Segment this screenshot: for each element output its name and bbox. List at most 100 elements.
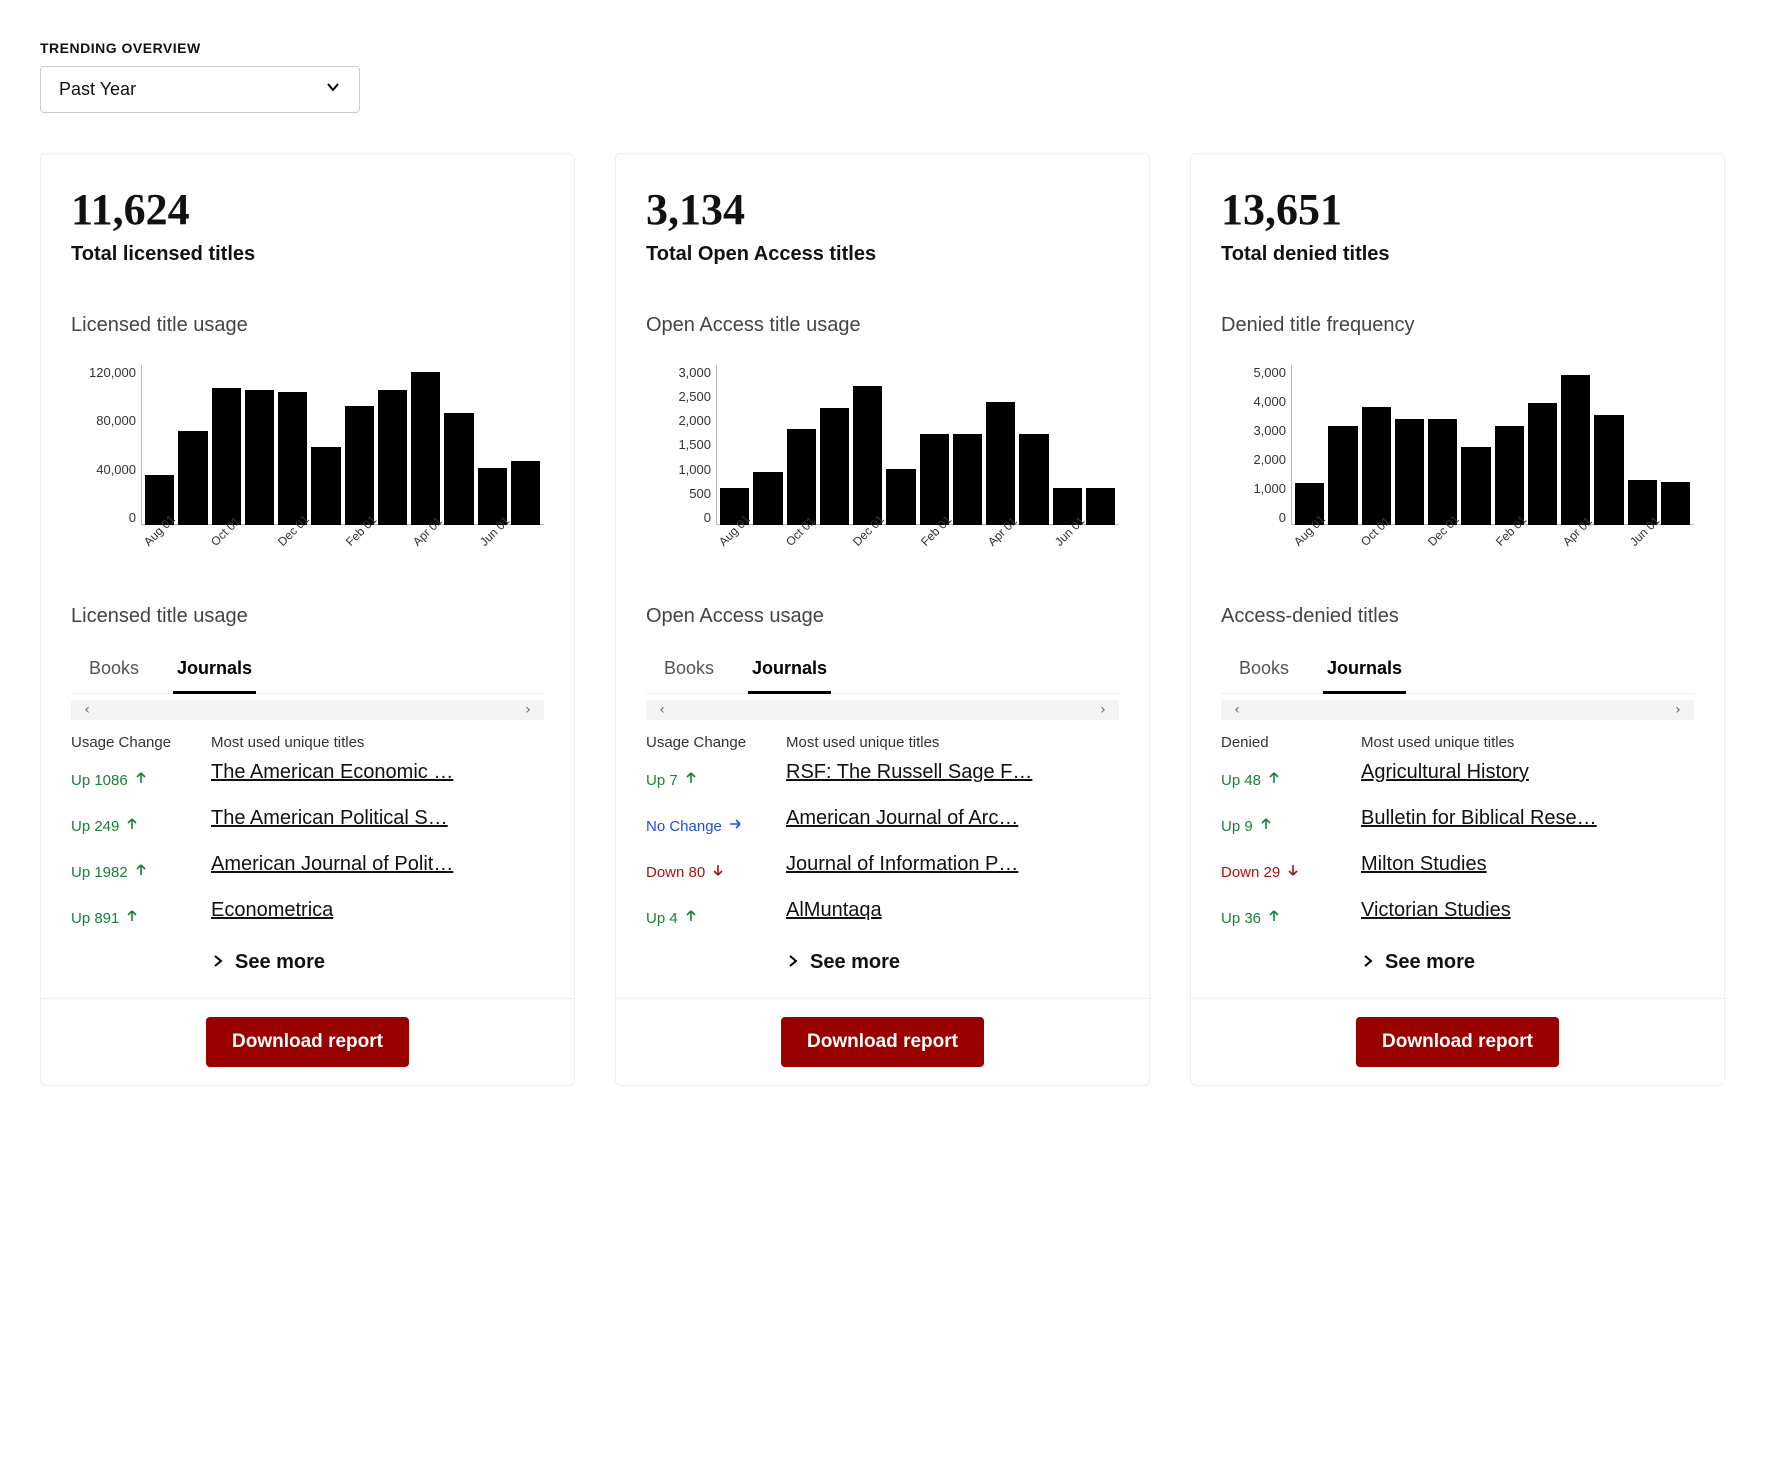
chart-bar: [853, 386, 882, 525]
usage-change-text: Up 7: [646, 772, 678, 789]
title-row: Up 249 The American Political S…: [71, 807, 544, 835]
scroll-right-icon[interactable]: ›: [520, 702, 536, 718]
usage-change: Up 36: [1221, 909, 1361, 927]
chart-bar: [411, 372, 440, 525]
metric-label: Total licensed titles: [71, 243, 544, 266]
arrow-up-icon: [684, 909, 698, 927]
arrow-up-icon: [1259, 817, 1273, 835]
title-link[interactable]: American Journal of Arc…: [786, 807, 1119, 830]
chart-x-axis: Aug 01Oct 01Dec 01Feb 01Apr 01Jun 01: [716, 525, 1119, 565]
tabs: Books Journals: [71, 648, 544, 694]
title-link[interactable]: AlMuntaqa: [786, 899, 1119, 922]
card-openaccess: 3,134 Total Open Access titles Open Acce…: [615, 153, 1150, 1086]
arrow-down-icon: [1286, 863, 1300, 881]
tab-journals[interactable]: Journals: [748, 648, 831, 694]
bar-chart: 5,0004,0003,0002,0001,0000 Aug 01Oct 01D…: [1221, 365, 1694, 565]
arrow-right-icon: [728, 817, 742, 835]
title-row: Up 36 Victorian Studies: [1221, 899, 1694, 927]
chart-y-axis: 5,0004,0003,0002,0001,0000: [1221, 365, 1286, 525]
title-link[interactable]: Bulletin for Biblical Rese…: [1361, 807, 1694, 830]
section-label: TRENDING OVERVIEW: [40, 40, 1725, 56]
tab-books[interactable]: Books: [660, 648, 718, 694]
title-row: Up 891 Econometrica: [71, 899, 544, 927]
title-link[interactable]: Journal of Information P…: [786, 853, 1119, 876]
title-link[interactable]: RSF: The Russell Sage F…: [786, 761, 1119, 784]
card-licensed: 11,624 Total licensed titles Licensed ti…: [40, 153, 575, 1086]
chart-title: Denied title frequency: [1221, 314, 1694, 337]
see-more-link[interactable]: See more: [786, 945, 1119, 988]
arrow-up-icon: [1267, 909, 1281, 927]
usage-change-text: Up 9: [1221, 818, 1253, 835]
title-link[interactable]: Victorian Studies: [1361, 899, 1694, 922]
usage-change: Up 1982: [71, 863, 211, 881]
period-dropdown-value: Past Year: [59, 79, 136, 100]
col-most-used: Most used unique titles: [786, 734, 1119, 751]
tab-books[interactable]: Books: [85, 648, 143, 694]
title-row: Down 80 Journal of Information P…: [646, 853, 1119, 881]
col-most-used: Most used unique titles: [1361, 734, 1694, 751]
title-link[interactable]: Econometrica: [211, 899, 544, 922]
download-report-button[interactable]: Download report: [206, 1017, 409, 1067]
scroll-right-icon[interactable]: ›: [1095, 702, 1111, 718]
arrow-up-icon: [125, 909, 139, 927]
scroll-left-icon[interactable]: ‹: [1229, 702, 1245, 718]
scroll-left-icon[interactable]: ‹: [654, 702, 670, 718]
download-report-button[interactable]: Download report: [1356, 1017, 1559, 1067]
see-more-link[interactable]: See more: [1361, 945, 1694, 988]
chart-y-axis: 3,0002,5002,0001,5001,0005000: [646, 365, 711, 525]
horizontal-scroll-strip[interactable]: ‹ ›: [646, 700, 1119, 720]
tabs: Books Journals: [1221, 648, 1694, 694]
metric-value: 13,651: [1221, 184, 1694, 235]
list-title: Open Access usage: [646, 605, 1119, 628]
chevron-down-icon: [325, 79, 341, 100]
title-row: Up 9 Bulletin for Biblical Rese…: [1221, 807, 1694, 835]
title-link[interactable]: The American Political S…: [211, 807, 544, 830]
period-dropdown[interactable]: Past Year: [40, 66, 360, 113]
title-link[interactable]: Agricultural History: [1361, 761, 1694, 784]
metric-value: 3,134: [646, 184, 1119, 235]
chart-x-axis: Aug 01Oct 01Dec 01Feb 01Apr 01Jun 01: [141, 525, 544, 565]
title-row: Up 1982 American Journal of Polit…: [71, 853, 544, 881]
usage-change-text: Down 29: [1221, 864, 1280, 881]
usage-change-text: Up 1982: [71, 864, 128, 881]
metric-value: 11,624: [71, 184, 544, 235]
table-header: Usage Change Most used unique titles: [71, 734, 544, 751]
chart-title: Licensed title usage: [71, 314, 544, 337]
horizontal-scroll-strip[interactable]: ‹ ›: [71, 700, 544, 720]
tab-journals[interactable]: Journals: [1323, 648, 1406, 694]
title-row: Up 48 Agricultural History: [1221, 761, 1694, 789]
horizontal-scroll-strip[interactable]: ‹ ›: [1221, 700, 1694, 720]
usage-change-text: Up 36: [1221, 910, 1261, 927]
usage-change: Down 29: [1221, 863, 1361, 881]
usage-change-text: Up 4: [646, 910, 678, 927]
usage-change: Up 249: [71, 817, 211, 835]
chevron-right-icon: [211, 951, 225, 974]
list-title: Licensed title usage: [71, 605, 544, 628]
usage-change-text: Down 80: [646, 864, 705, 881]
arrow-down-icon: [711, 863, 725, 881]
chart-bar: [1362, 407, 1391, 525]
see-more-label: See more: [810, 951, 900, 974]
see-more-link[interactable]: See more: [211, 945, 544, 988]
chart-bar: [212, 388, 241, 525]
chart-x-axis: Aug 01Oct 01Dec 01Feb 01Apr 01Jun 01: [1291, 525, 1694, 565]
download-report-button[interactable]: Download report: [781, 1017, 984, 1067]
chart-bar: [1495, 426, 1524, 525]
title-link[interactable]: The American Economic …: [211, 761, 544, 784]
chart-y-axis: 120,00080,00040,0000: [71, 365, 136, 525]
tab-books[interactable]: Books: [1235, 648, 1293, 694]
usage-change-text: Up 48: [1221, 772, 1261, 789]
usage-change: Up 4: [646, 909, 786, 927]
title-link[interactable]: American Journal of Polit…: [211, 853, 544, 876]
tab-journals[interactable]: Journals: [173, 648, 256, 694]
usage-change-text: Up 891: [71, 910, 119, 927]
usage-change-text: Up 249: [71, 818, 119, 835]
col-usage-change: Usage Change: [71, 734, 211, 751]
col-usage-change: Denied: [1221, 734, 1361, 751]
title-row: No Change American Journal of Arc…: [646, 807, 1119, 835]
scroll-left-icon[interactable]: ‹: [79, 702, 95, 718]
table-header: Denied Most used unique titles: [1221, 734, 1694, 751]
title-link[interactable]: Milton Studies: [1361, 853, 1694, 876]
arrow-up-icon: [1267, 771, 1281, 789]
scroll-right-icon[interactable]: ›: [1670, 702, 1686, 718]
